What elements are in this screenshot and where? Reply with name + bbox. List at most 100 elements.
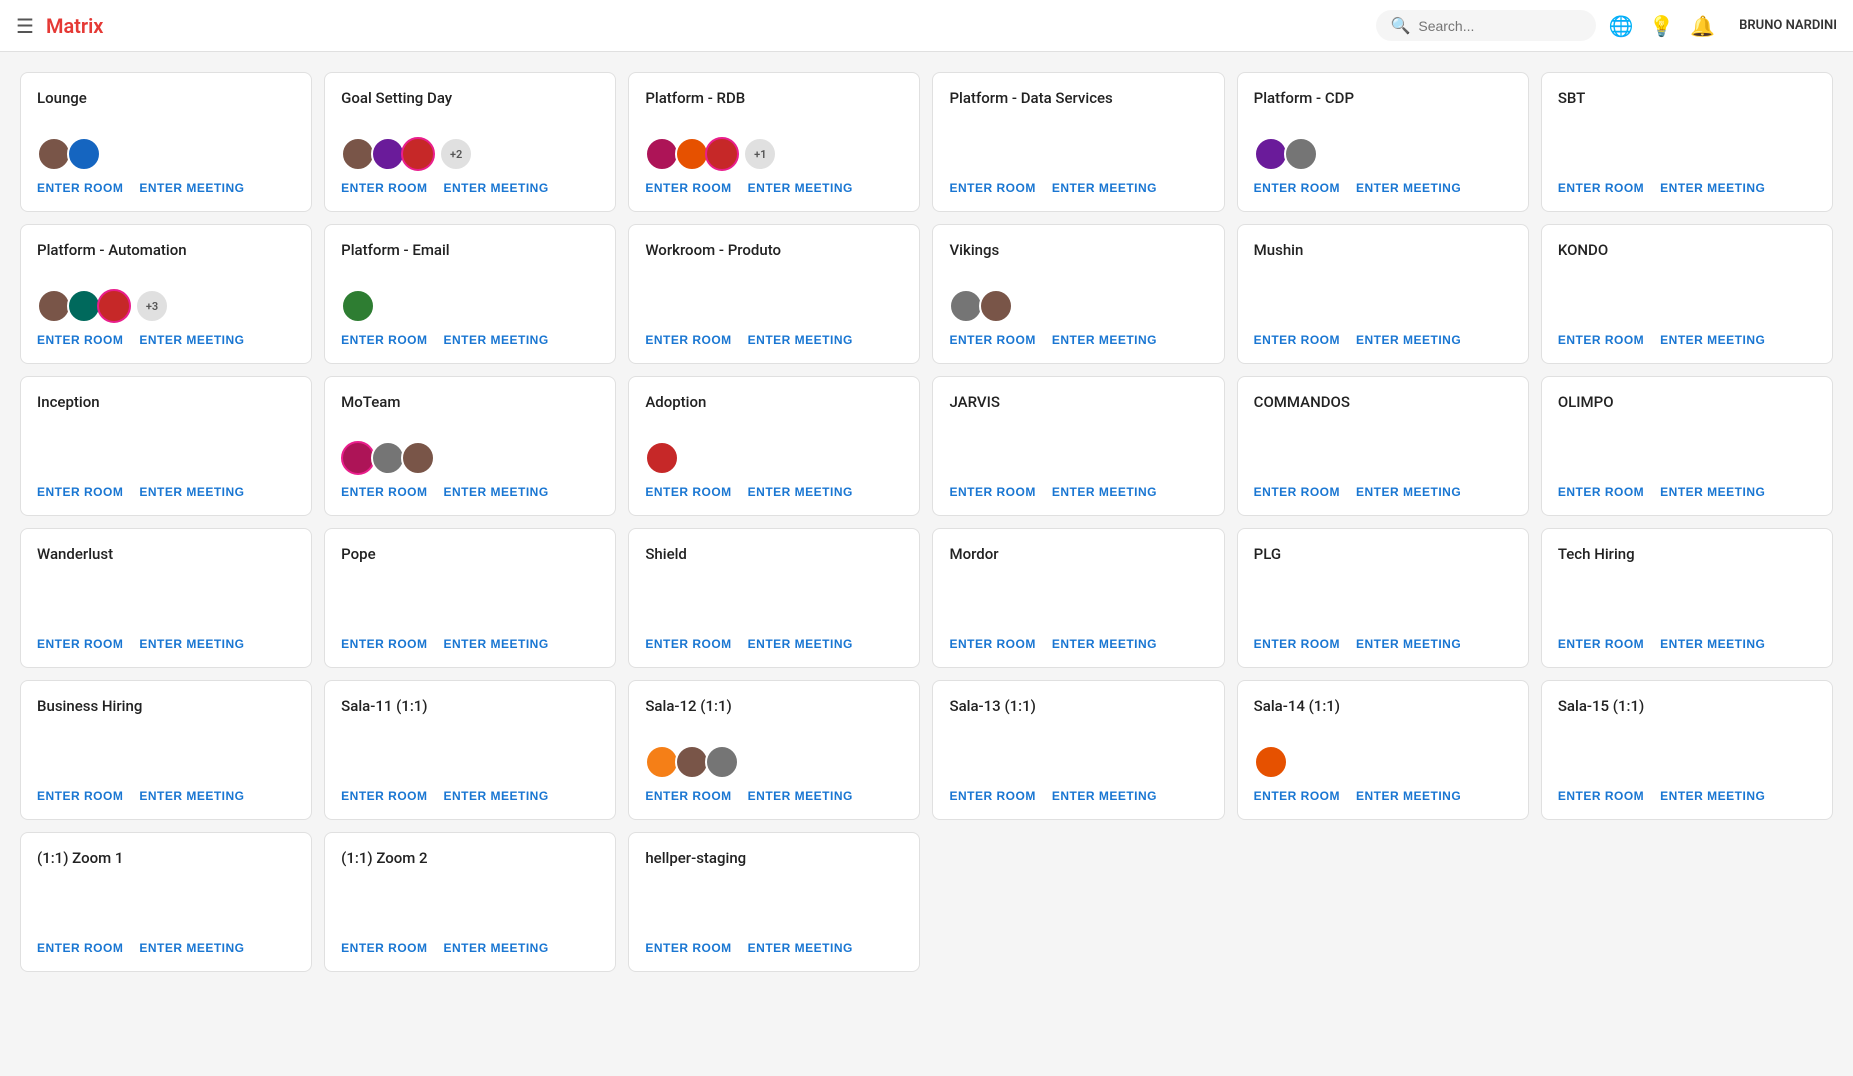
enter-room-button-sala-15[interactable]: ENTER ROOM: [1558, 789, 1644, 803]
enter-meeting-button-wanderlust[interactable]: ENTER MEETING: [139, 637, 244, 651]
enter-meeting-button-business-hiring[interactable]: ENTER MEETING: [139, 789, 244, 803]
enter-room-button-commandos[interactable]: ENTER ROOM: [1254, 485, 1340, 499]
enter-room-button-wanderlust[interactable]: ENTER ROOM: [37, 637, 123, 651]
avatar: [645, 745, 679, 779]
enter-room-button-lounge[interactable]: ENTER ROOM: [37, 181, 123, 195]
room-actions-zoom-1: ENTER ROOM ENTER MEETING: [37, 941, 295, 955]
enter-room-button-mordor[interactable]: ENTER ROOM: [949, 637, 1035, 651]
enter-room-button-zoom-1[interactable]: ENTER ROOM: [37, 941, 123, 955]
enter-room-button-adoption[interactable]: ENTER ROOM: [645, 485, 731, 499]
enter-room-button-platform-email[interactable]: ENTER ROOM: [341, 333, 427, 347]
enter-meeting-button-kondo[interactable]: ENTER MEETING: [1660, 333, 1765, 347]
enter-meeting-button-platform-data-services[interactable]: ENTER MEETING: [1052, 181, 1157, 195]
enter-meeting-button-sala-14[interactable]: ENTER MEETING: [1356, 789, 1461, 803]
room-actions-business-hiring: ENTER ROOM ENTER MEETING: [37, 789, 295, 803]
room-actions-moteam: ENTER ROOM ENTER MEETING: [341, 485, 599, 499]
enter-meeting-button-zoom-2[interactable]: ENTER MEETING: [444, 941, 549, 955]
room-card-wanderlust: WanderlustENTER ROOMENTER MEETING: [20, 528, 312, 668]
globe-icon[interactable]: 🌐: [1608, 14, 1633, 38]
enter-meeting-button-shield[interactable]: ENTER MEETING: [748, 637, 853, 651]
enter-room-button-vikings[interactable]: ENTER ROOM: [949, 333, 1035, 347]
room-card-pope: PopeENTER ROOMENTER MEETING: [324, 528, 616, 668]
enter-meeting-button-vikings[interactable]: ENTER MEETING: [1052, 333, 1157, 347]
enter-meeting-button-platform-cdp[interactable]: ENTER MEETING: [1356, 181, 1461, 195]
user-name[interactable]: BRUNO NARDINI: [1739, 18, 1837, 33]
lightbulb-icon[interactable]: 💡: [1649, 14, 1674, 38]
enter-room-button-sala-13[interactable]: ENTER ROOM: [949, 789, 1035, 803]
avatar: [645, 137, 679, 171]
enter-room-button-kondo[interactable]: ENTER ROOM: [1558, 333, 1644, 347]
enter-meeting-button-workroom-produto[interactable]: ENTER MEETING: [748, 333, 853, 347]
room-card-jarvis: JARVISENTER ROOMENTER MEETING: [932, 376, 1224, 516]
enter-meeting-button-platform-rdb[interactable]: ENTER MEETING: [748, 181, 853, 195]
enter-meeting-button-sala-11[interactable]: ENTER MEETING: [444, 789, 549, 803]
enter-meeting-button-sala-15[interactable]: ENTER MEETING: [1660, 789, 1765, 803]
enter-room-button-zoom-2[interactable]: ENTER ROOM: [341, 941, 427, 955]
enter-meeting-button-lounge[interactable]: ENTER MEETING: [139, 181, 244, 195]
room-actions-kondo: ENTER ROOM ENTER MEETING: [1558, 333, 1816, 347]
enter-meeting-button-sala-13[interactable]: ENTER MEETING: [1052, 789, 1157, 803]
avatar: [97, 289, 131, 323]
room-name-platform-email: Platform - Email: [341, 241, 599, 279]
menu-icon[interactable]: ☰: [16, 14, 34, 38]
enter-meeting-button-zoom-1[interactable]: ENTER MEETING: [139, 941, 244, 955]
room-name-platform-cdp: Platform - CDP: [1254, 89, 1512, 127]
enter-meeting-button-olimpo[interactable]: ENTER MEETING: [1660, 485, 1765, 499]
enter-room-button-hellper-staging[interactable]: ENTER ROOM: [645, 941, 731, 955]
enter-meeting-button-mushin[interactable]: ENTER MEETING: [1356, 333, 1461, 347]
enter-room-button-platform-cdp[interactable]: ENTER ROOM: [1254, 181, 1340, 195]
enter-meeting-button-jarvis[interactable]: ENTER MEETING: [1052, 485, 1157, 499]
enter-room-button-platform-data-services[interactable]: ENTER ROOM: [949, 181, 1035, 195]
enter-meeting-button-sbt[interactable]: ENTER MEETING: [1660, 181, 1765, 195]
avatar: [949, 289, 983, 323]
enter-meeting-button-inception[interactable]: ENTER MEETING: [139, 485, 244, 499]
enter-room-button-business-hiring[interactable]: ENTER ROOM: [37, 789, 123, 803]
room-card-sala-14: Sala-14 (1:1)ENTER ROOMENTER MEETING: [1237, 680, 1529, 820]
enter-meeting-button-tech-hiring[interactable]: ENTER MEETING: [1660, 637, 1765, 651]
room-avatars-vikings: [949, 289, 1207, 323]
enter-room-button-goal-setting-day[interactable]: ENTER ROOM: [341, 181, 427, 195]
enter-meeting-button-goal-setting-day[interactable]: ENTER MEETING: [444, 181, 549, 195]
room-avatars-platform-automation: +3: [37, 289, 295, 323]
enter-room-button-plg[interactable]: ENTER ROOM: [1254, 637, 1340, 651]
enter-room-button-jarvis[interactable]: ENTER ROOM: [949, 485, 1035, 499]
enter-room-button-sala-11[interactable]: ENTER ROOM: [341, 789, 427, 803]
enter-room-button-inception[interactable]: ENTER ROOM: [37, 485, 123, 499]
enter-meeting-button-sala-12[interactable]: ENTER MEETING: [748, 789, 853, 803]
enter-room-button-sala-14[interactable]: ENTER ROOM: [1254, 789, 1340, 803]
avatar: [371, 137, 405, 171]
enter-meeting-button-commandos[interactable]: ENTER MEETING: [1356, 485, 1461, 499]
enter-room-button-mushin[interactable]: ENTER ROOM: [1254, 333, 1340, 347]
room-avatars-sala-12: [645, 745, 903, 779]
enter-room-button-workroom-produto[interactable]: ENTER ROOM: [645, 333, 731, 347]
enter-room-button-olimpo[interactable]: ENTER ROOM: [1558, 485, 1644, 499]
enter-room-button-platform-rdb[interactable]: ENTER ROOM: [645, 181, 731, 195]
enter-room-button-sbt[interactable]: ENTER ROOM: [1558, 181, 1644, 195]
room-name-sala-11: Sala-11 (1:1): [341, 697, 599, 769]
enter-room-button-moteam[interactable]: ENTER ROOM: [341, 485, 427, 499]
avatar: [1284, 137, 1318, 171]
enter-room-button-sala-12[interactable]: ENTER ROOM: [645, 789, 731, 803]
enter-room-button-tech-hiring[interactable]: ENTER ROOM: [1558, 637, 1644, 651]
enter-meeting-button-plg[interactable]: ENTER MEETING: [1356, 637, 1461, 651]
room-card-olimpo: OLIMPOENTER ROOMENTER MEETING: [1541, 376, 1833, 516]
enter-meeting-button-moteam[interactable]: ENTER MEETING: [444, 485, 549, 499]
enter-meeting-button-platform-automation[interactable]: ENTER MEETING: [139, 333, 244, 347]
enter-meeting-button-adoption[interactable]: ENTER MEETING: [748, 485, 853, 499]
enter-meeting-button-platform-email[interactable]: ENTER MEETING: [444, 333, 549, 347]
search-input[interactable]: [1418, 18, 1578, 34]
enter-meeting-button-hellper-staging[interactable]: ENTER MEETING: [748, 941, 853, 955]
enter-meeting-button-mordor[interactable]: ENTER MEETING: [1052, 637, 1157, 651]
room-actions-vikings: ENTER ROOM ENTER MEETING: [949, 333, 1207, 347]
room-card-moteam: MoTeamENTER ROOMENTER MEETING: [324, 376, 616, 516]
enter-room-button-shield[interactable]: ENTER ROOM: [645, 637, 731, 651]
bell-icon[interactable]: 🔔: [1690, 14, 1715, 38]
room-name-platform-rdb: Platform - RDB: [645, 89, 903, 127]
enter-meeting-button-pope[interactable]: ENTER MEETING: [444, 637, 549, 651]
enter-room-button-pope[interactable]: ENTER ROOM: [341, 637, 427, 651]
room-card-platform-email: Platform - Email ENTER ROOM ENTER MEETING: [324, 224, 616, 364]
room-card-mushin: MushinENTER ROOMENTER MEETING: [1237, 224, 1529, 364]
room-name-sala-13: Sala-13 (1:1): [949, 697, 1207, 769]
enter-room-button-platform-automation[interactable]: ENTER ROOM: [37, 333, 123, 347]
room-card-platform-cdp: Platform - CDP ENTER ROOM ENTER MEETING: [1237, 72, 1529, 212]
